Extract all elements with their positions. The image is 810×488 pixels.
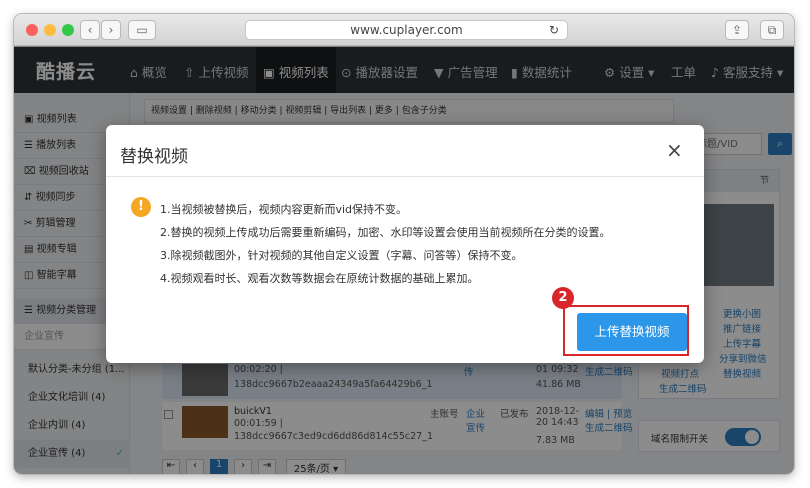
forward-button[interactable]: › (101, 20, 121, 40)
modal-divider (106, 176, 704, 177)
sidebar-toggle-icon[interactable]: ▭ (128, 20, 156, 40)
replace-video-modal: 替换视频 × ! 1.当视频被替换后，视频内容更新而vid保持不变。 2.替换的… (106, 125, 704, 363)
share-icon[interactable]: ⇪ (725, 20, 749, 40)
close-icon[interactable]: × (666, 139, 683, 161)
browser-window: ‹ › ▭ www.cuplayer.com ↻ ⇪ ⧉ 酷播云 ⌂ 概览 ⇧ … (14, 14, 794, 474)
url-bar[interactable]: www.cuplayer.com ↻ (245, 20, 568, 40)
minimize-window-button[interactable] (44, 24, 56, 36)
close-window-button[interactable] (26, 24, 38, 36)
browser-titlebar: ‹ › ▭ www.cuplayer.com ↻ ⇪ ⧉ (14, 14, 794, 46)
back-button[interactable]: ‹ (80, 20, 100, 40)
notice-line: 2.替换的视频上传成功后需要重新编码，加密、水印等设置会使用当前视频所在分类的设… (160, 226, 611, 239)
reload-icon[interactable]: ↻ (549, 21, 559, 39)
tabs-icon[interactable]: ⧉ (760, 20, 784, 40)
upload-replace-video-button[interactable]: 上传替换视频 (577, 313, 687, 351)
notice-line: 3.除视频截图外，针对视频的其他自定义设置（字幕、问答等）保持不变。 (160, 249, 523, 262)
notice-line: 4.视频观看时长、观看次数等数据会在原统计数据的基础上累加。 (160, 272, 479, 285)
url-text: www.cuplayer.com (350, 23, 463, 37)
notice-line: 1.当视频被替换后，视频内容更新而vid保持不变。 (160, 203, 408, 216)
zoom-window-button[interactable] (62, 24, 74, 36)
modal-title: 替换视频 (120, 147, 188, 167)
step-badge: 2 (552, 287, 574, 309)
warning-icon: ! (131, 197, 151, 217)
